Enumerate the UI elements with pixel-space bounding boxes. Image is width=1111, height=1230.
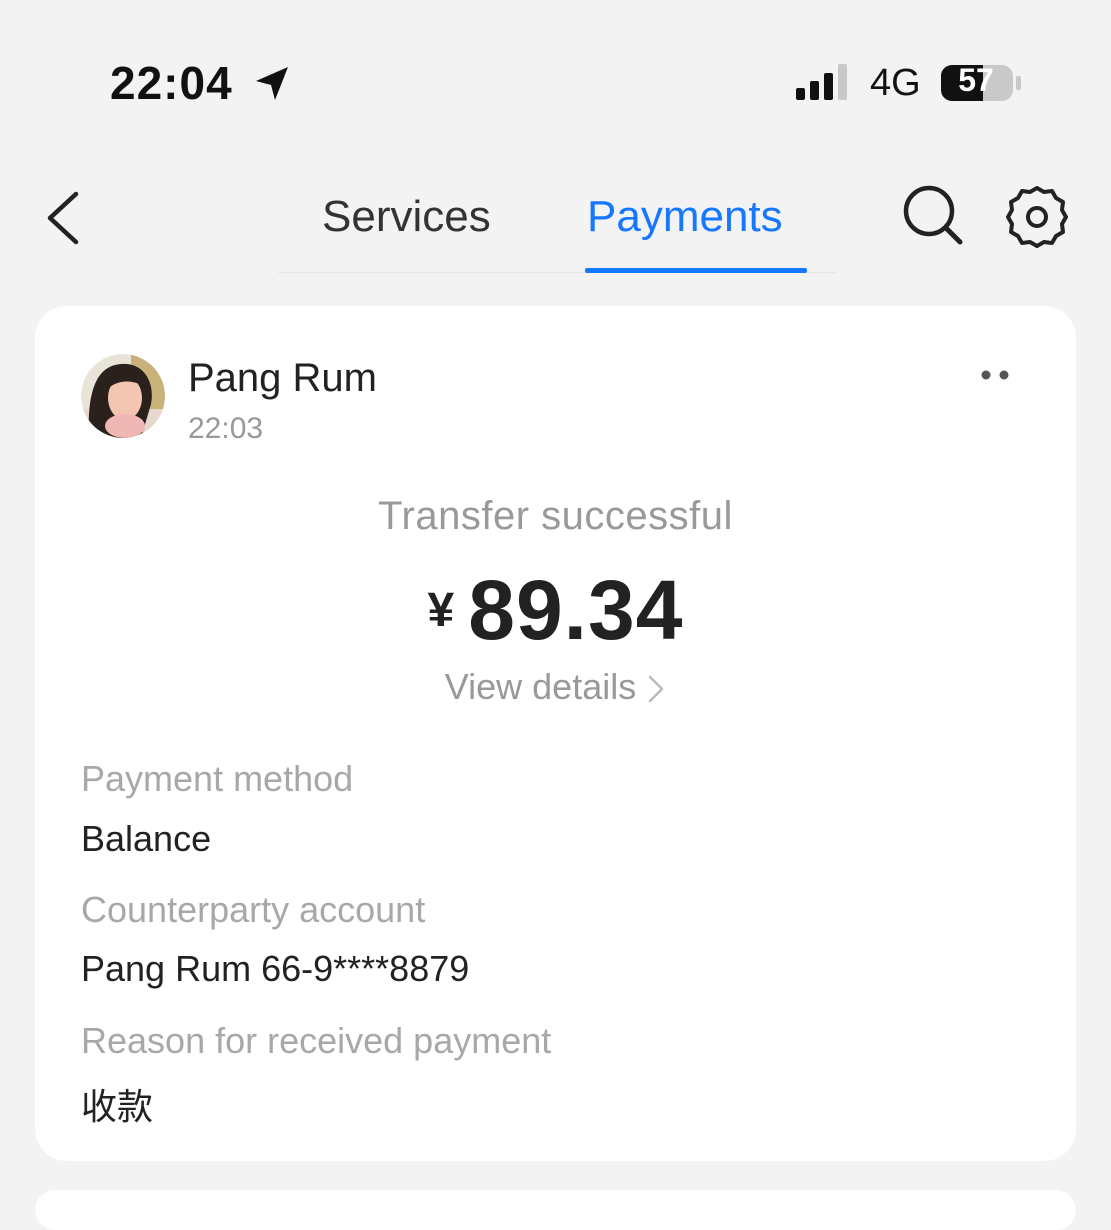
- transfer-status: Transfer successful: [378, 494, 733, 538]
- amount-row: ¥89.34: [35, 562, 1076, 659]
- transfer-amount: 89.34: [468, 563, 684, 657]
- avatar[interactable]: [81, 354, 165, 438]
- chevron-right-icon: [648, 676, 664, 703]
- message-time: 22:03: [188, 412, 264, 445]
- signal-icon: [796, 64, 847, 100]
- location-arrow-icon: [256, 67, 288, 100]
- view-details-label: View details: [444, 666, 637, 707]
- next-card-peek: [35, 1190, 1076, 1230]
- back-chevron-icon[interactable]: [40, 188, 90, 248]
- status-bar: 22:04 4G 57: [0, 0, 1111, 160]
- view-details-link[interactable]: View details: [35, 666, 1076, 708]
- battery-level: 57: [958, 62, 994, 98]
- reason-value: 收款: [81, 1086, 154, 1127]
- gear-icon[interactable]: [1004, 184, 1070, 250]
- more-options-icon[interactable]: [975, 362, 1015, 388]
- sender-name: Pang Rum: [188, 356, 377, 400]
- reason-label: Reason for received payment: [81, 1020, 552, 1061]
- network-type: 4G: [870, 62, 921, 104]
- active-tab-indicator: [585, 268, 807, 273]
- status-time: 22:04: [110, 57, 233, 109]
- tab-services[interactable]: Services: [322, 192, 491, 242]
- tab-payments[interactable]: Payments: [587, 192, 783, 242]
- counterparty-value: Pang Rum 66-9****8879: [81, 948, 470, 989]
- currency-symbol: ¥: [427, 584, 455, 637]
- transfer-card: Pang Rum 22:03 Transfer successful ¥89.3…: [35, 306, 1076, 1161]
- payment-method-label: Payment method: [81, 758, 354, 799]
- search-icon[interactable]: [900, 182, 966, 248]
- counterparty-label: Counterparty account: [81, 889, 426, 930]
- payment-method-value: Balance: [81, 818, 212, 859]
- top-nav: Services Payments: [0, 170, 1111, 280]
